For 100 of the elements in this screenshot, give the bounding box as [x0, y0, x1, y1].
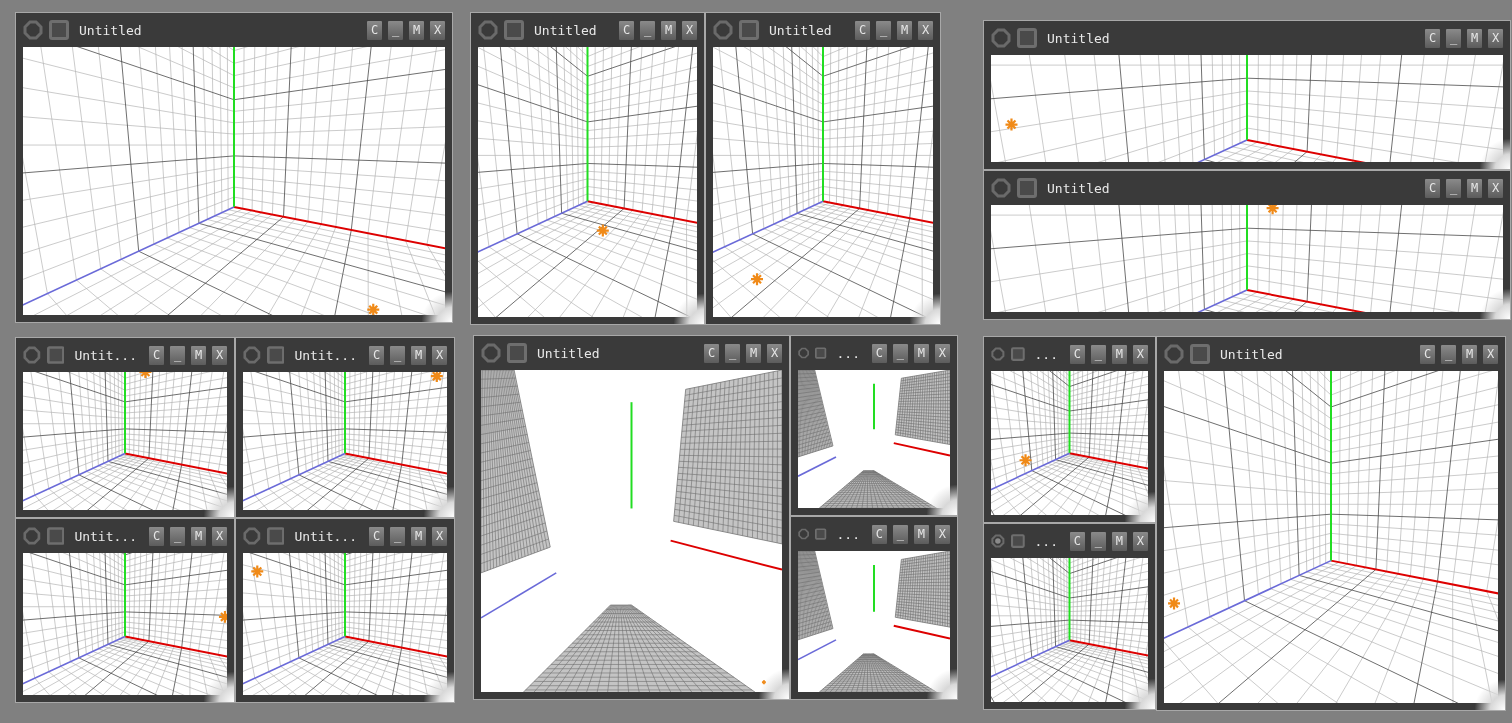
title-bar-button[interactable]: X: [918, 20, 933, 40]
square-icon[interactable]: [46, 345, 65, 365]
resize-grip[interactable]: [674, 294, 704, 324]
resize-grip[interactable]: [422, 292, 452, 322]
title-bar-button[interactable]: _: [893, 343, 908, 363]
title-bar-button[interactable]: C: [369, 345, 384, 365]
title-bar-button[interactable]: M: [1467, 28, 1482, 48]
title-bar-button[interactable]: C: [855, 20, 870, 40]
title-bar-button[interactable]: X: [432, 345, 447, 365]
ring-icon[interactable]: [243, 345, 261, 365]
title-bar-button[interactable]: C: [1425, 28, 1440, 48]
title-bar-button[interactable]: _: [893, 524, 908, 544]
title-bar-button[interactable]: C: [149, 345, 164, 365]
title-bar-button[interactable]: _: [390, 345, 405, 365]
ring-icon[interactable]: [1164, 344, 1184, 364]
resize-grip[interactable]: [204, 487, 234, 517]
title-bar-button[interactable]: _: [876, 20, 891, 40]
title-bar-button[interactable]: C: [704, 343, 719, 363]
resize-grip[interactable]: [1480, 289, 1510, 319]
title-bar-button[interactable]: M: [1112, 531, 1127, 551]
title-bar-button[interactable]: C: [1420, 344, 1435, 364]
resize-grip[interactable]: [927, 485, 957, 515]
title-bar-button[interactable]: M: [411, 526, 426, 546]
ring-icon[interactable]: [991, 344, 1005, 364]
title-bar-button[interactable]: _: [1091, 531, 1106, 551]
ring-icon[interactable]: [991, 178, 1011, 198]
square-icon[interactable]: [507, 343, 527, 363]
title-bar-button[interactable]: C: [367, 20, 382, 40]
resize-grip[interactable]: [910, 294, 940, 324]
ring-icon[interactable]: [23, 526, 41, 546]
title-bar-button[interactable]: X: [1483, 344, 1498, 364]
ring-icon[interactable]: [478, 20, 498, 40]
title-bar-button[interactable]: _: [1441, 344, 1456, 364]
title-bar-button[interactable]: X: [935, 343, 950, 363]
ring-icon[interactable]: [713, 20, 733, 40]
title-bar-button[interactable]: _: [1446, 178, 1461, 198]
title-bar-button[interactable]: C: [1070, 344, 1085, 364]
title-bar-button[interactable]: _: [388, 20, 403, 40]
title-bar-button[interactable]: _: [640, 20, 655, 40]
square-icon[interactable]: [49, 20, 69, 40]
title-bar-button[interactable]: M: [411, 345, 426, 365]
title-bar-button[interactable]: M: [1112, 344, 1127, 364]
title-bar-button[interactable]: _: [1446, 28, 1461, 48]
ring-icon[interactable]: [243, 526, 261, 546]
ring-icon[interactable]: [481, 343, 501, 363]
title-bar-button[interactable]: X: [430, 20, 445, 40]
resize-grip[interactable]: [1125, 679, 1155, 709]
title-bar-button[interactable]: M: [661, 20, 676, 40]
square-icon[interactable]: [46, 526, 65, 546]
title-bar-button[interactable]: C: [872, 343, 887, 363]
resize-grip[interactable]: [1480, 139, 1510, 169]
title-bar-button[interactable]: _: [170, 345, 185, 365]
title-bar-button[interactable]: M: [191, 526, 206, 546]
title-bar-button[interactable]: _: [390, 526, 405, 546]
square-icon[interactable]: [1010, 344, 1025, 364]
resize-grip[interactable]: [1475, 680, 1505, 710]
ring-icon[interactable]: [23, 345, 41, 365]
title-bar-button[interactable]: _: [725, 343, 740, 363]
resize-grip[interactable]: [759, 669, 789, 699]
title-bar-button[interactable]: X: [212, 526, 227, 546]
resize-grip[interactable]: [204, 672, 234, 702]
square-icon[interactable]: [504, 20, 524, 40]
title-bar-button[interactable]: _: [1091, 344, 1106, 364]
ring-icon[interactable]: [23, 20, 43, 40]
title-bar-button[interactable]: M: [1467, 178, 1482, 198]
title-bar-button[interactable]: X: [1488, 28, 1503, 48]
square-icon[interactable]: [739, 20, 759, 40]
title-bar-button[interactable]: X: [767, 343, 782, 363]
title-bar-button[interactable]: X: [1488, 178, 1503, 198]
title-bar-button[interactable]: _: [170, 526, 185, 546]
title-bar-button[interactable]: C: [369, 526, 384, 546]
resize-grip[interactable]: [1125, 492, 1155, 522]
title-bar-button[interactable]: M: [897, 20, 912, 40]
title-bar-button[interactable]: X: [432, 526, 447, 546]
title-bar-button[interactable]: C: [1425, 178, 1440, 198]
title-bar-button[interactable]: M: [914, 343, 929, 363]
title-bar-button[interactable]: X: [1133, 344, 1148, 364]
square-icon[interactable]: [1017, 178, 1037, 198]
title-bar-button[interactable]: M: [409, 20, 424, 40]
title-bar-button[interactable]: M: [1462, 344, 1477, 364]
resize-grip[interactable]: [424, 672, 454, 702]
resize-grip[interactable]: [424, 487, 454, 517]
title-bar-button[interactable]: X: [1133, 531, 1148, 551]
title-bar-button[interactable]: C: [149, 526, 164, 546]
square-icon[interactable]: [266, 526, 285, 546]
title-bar-button[interactable]: M: [191, 345, 206, 365]
title-bar-button[interactable]: M: [746, 343, 761, 363]
resize-grip[interactable]: [927, 669, 957, 699]
title-bar-button[interactable]: X: [212, 345, 227, 365]
square-icon[interactable]: [1017, 28, 1037, 48]
square-icon[interactable]: [1010, 531, 1025, 551]
title-bar-button[interactable]: C: [619, 20, 634, 40]
title-bar-button[interactable]: C: [1070, 531, 1085, 551]
title-bar-button[interactable]: X: [682, 20, 697, 40]
ring-icon[interactable]: [991, 28, 1011, 48]
title-bar-button[interactable]: C: [872, 524, 887, 544]
title-bar-button[interactable]: X: [935, 524, 950, 544]
title-bar-button[interactable]: M: [914, 524, 929, 544]
square-icon[interactable]: [266, 345, 285, 365]
square-icon[interactable]: [1190, 344, 1210, 364]
